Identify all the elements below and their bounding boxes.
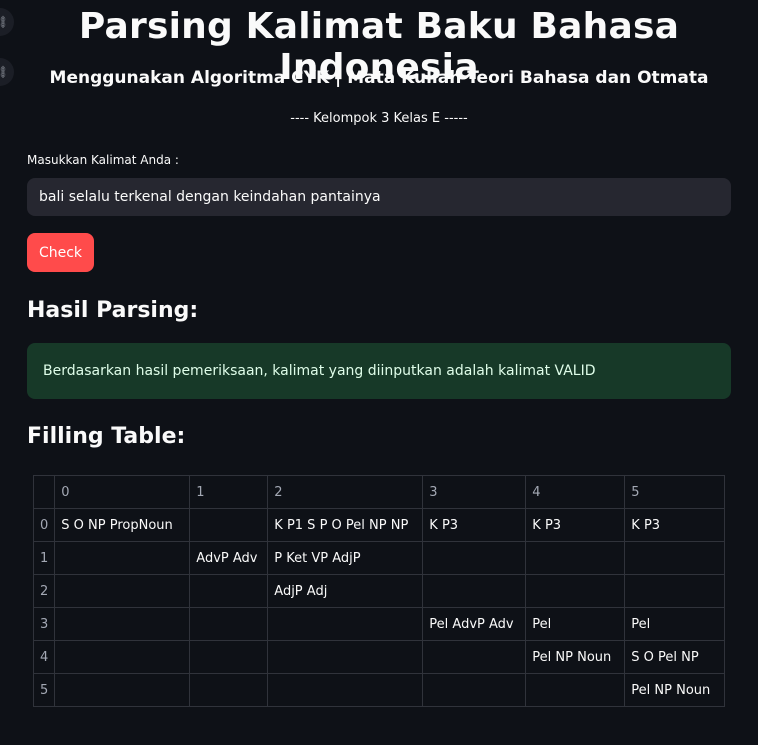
table-cell[interactable]: S O NP PropNoun <box>54 508 191 542</box>
table-cell[interactable] <box>422 673 527 707</box>
table-cell[interactable]: Pel <box>624 607 726 641</box>
table-cell[interactable] <box>54 541 191 575</box>
column-header[interactable]: 0 <box>54 475 191 509</box>
table-cell[interactable] <box>189 508 269 542</box>
app-page: ⛓ ⛓ Parsing Kalimat Baku Bahasa Indonesi… <box>0 0 758 745</box>
table-row: 3 Pel AdvP Adv Pel Pel <box>32 607 726 641</box>
row-index: 3 <box>32 607 56 641</box>
success-message: Berdasarkan hasil pemeriksaan, kalimat y… <box>43 363 596 379</box>
success-alert: Berdasarkan hasil pemeriksaan, kalimat y… <box>27 343 731 399</box>
table-cell[interactable] <box>189 574 269 608</box>
table-cell[interactable] <box>525 673 626 707</box>
table-row: 0 S O NP PropNoun K P1 S P O Pel NP NP K… <box>32 508 726 542</box>
table-cell[interactable]: Pel <box>525 607 626 641</box>
check-button[interactable]: Check <box>27 233 94 272</box>
table-cell[interactable]: AdjP Adj <box>267 574 424 608</box>
table-cell[interactable] <box>525 541 626 575</box>
column-header[interactable]: 3 <box>422 475 527 509</box>
column-header[interactable]: 4 <box>525 475 626 509</box>
row-index: 1 <box>32 541 56 575</box>
cyk-filling-table: 0 1 2 3 4 5 0 S O NP PropNoun K P1 S P O… <box>32 475 726 707</box>
column-header[interactable]: 1 <box>189 475 269 509</box>
table-cell[interactable] <box>422 574 527 608</box>
table-cell[interactable]: Pel NP Noun <box>624 673 726 707</box>
table-cell[interactable]: K P3 <box>624 508 726 542</box>
table-cell[interactable] <box>54 607 191 641</box>
table-cell[interactable]: K P3 <box>422 508 527 542</box>
table-cell[interactable] <box>54 574 191 608</box>
table-cell[interactable]: AdvP Adv <box>189 541 269 575</box>
table-cell[interactable]: S O Pel NP <box>624 640 726 674</box>
table-row: 4 Pel NP Noun S O Pel NP <box>32 640 726 674</box>
table-cell[interactable] <box>267 673 424 707</box>
table-cell[interactable] <box>267 640 424 674</box>
table-cell[interactable] <box>54 640 191 674</box>
sentence-input-label: Masukkan Kalimat Anda : <box>27 153 179 167</box>
table-cell[interactable]: K P3 <box>525 508 626 542</box>
table-header-row: 0 1 2 3 4 5 <box>32 475 726 509</box>
column-header[interactable]: 5 <box>624 475 726 509</box>
column-header[interactable] <box>32 475 56 509</box>
table-cell[interactable]: Pel AdvP Adv <box>422 607 527 641</box>
group-info: ---- Kelompok 3 Kelas E ----- <box>290 111 468 126</box>
table-row: 1 AdvP Adv P Ket VP AdjP <box>32 541 726 575</box>
table-cell[interactable] <box>624 574 726 608</box>
table-cell[interactable]: Pel NP Noun <box>525 640 626 674</box>
table-row: 5 Pel NP Noun <box>32 673 726 707</box>
table-cell[interactable]: P Ket VP AdjP <box>267 541 424 575</box>
table-cell[interactable] <box>422 640 527 674</box>
column-header[interactable]: 2 <box>267 475 424 509</box>
table-cell[interactable] <box>624 541 726 575</box>
filling-table-heading: Filling Table: <box>27 424 186 449</box>
result-heading: Hasil Parsing: <box>27 298 199 323</box>
row-index: 4 <box>32 640 56 674</box>
sentence-input[interactable] <box>27 178 731 216</box>
table-cell[interactable] <box>54 673 191 707</box>
table-cell[interactable] <box>189 640 269 674</box>
table-cell[interactable]: K P1 S P O Pel NP NP <box>267 508 424 542</box>
table-cell[interactable] <box>422 541 527 575</box>
table-row: 2 AdjP Adj <box>32 574 726 608</box>
row-index: 2 <box>32 574 56 608</box>
table-cell[interactable] <box>189 607 269 641</box>
table-cell[interactable] <box>189 673 269 707</box>
page-subtitle: Menggunakan Algoritma CYK | Mata Kuliah … <box>49 68 709 88</box>
table-cell[interactable] <box>267 607 424 641</box>
row-index: 0 <box>32 508 56 542</box>
row-index: 5 <box>32 673 56 707</box>
table-cell[interactable] <box>525 574 626 608</box>
